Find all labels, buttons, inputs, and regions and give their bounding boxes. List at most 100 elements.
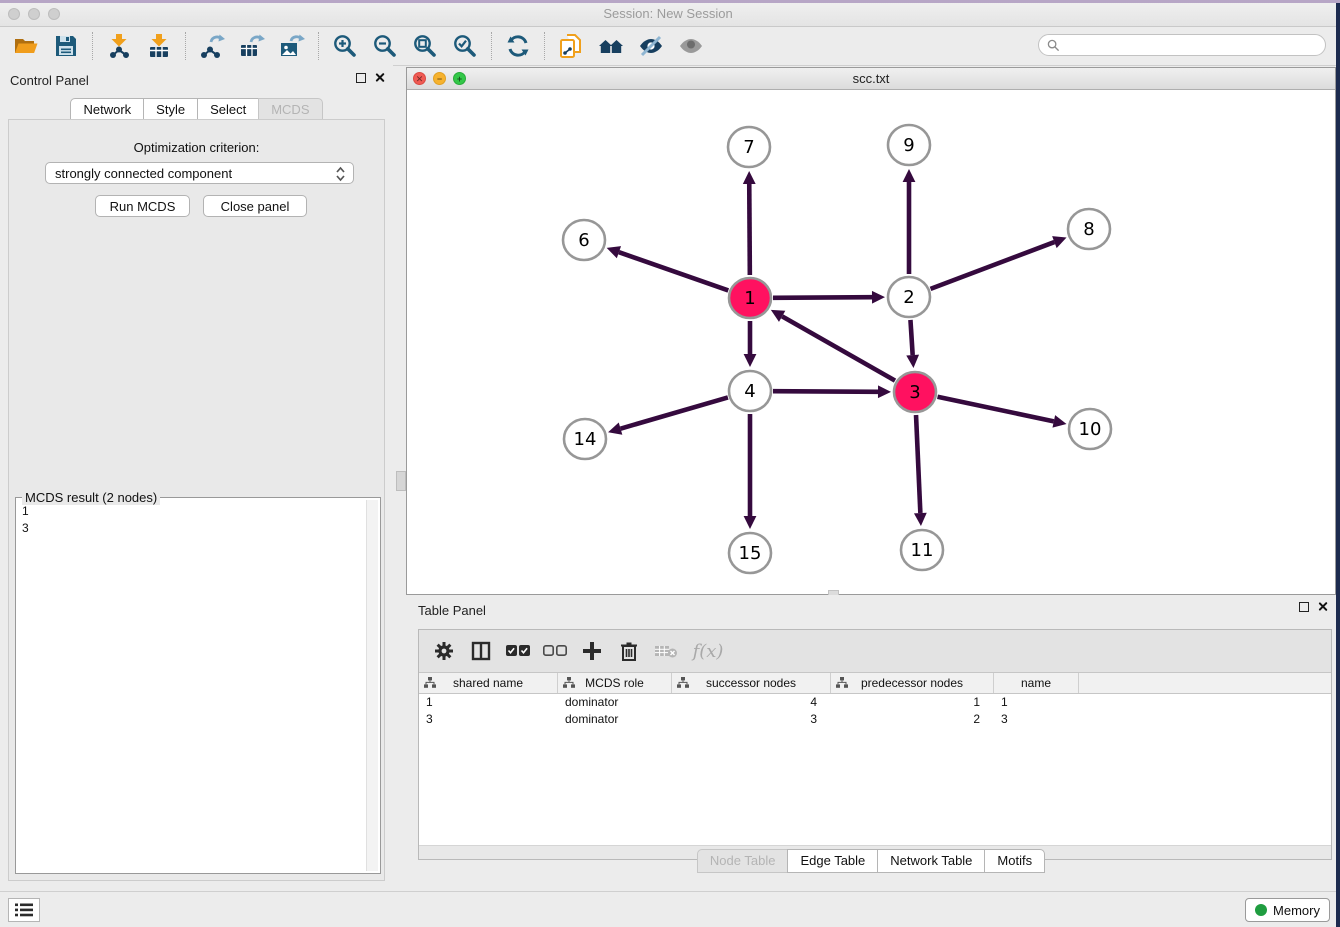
deselect-all-button[interactable] xyxy=(536,634,573,668)
export-image-button[interactable] xyxy=(272,31,312,61)
hide-graphics-button[interactable] xyxy=(631,31,671,61)
delete-table-button[interactable] xyxy=(647,634,684,668)
table-panel: Table Panel xyxy=(406,595,1336,887)
table-cell[interactable]: 1 xyxy=(419,694,558,711)
column-header-successor-nodes[interactable]: successor nodes xyxy=(672,673,831,693)
table-tab-network-table[interactable]: Network Table xyxy=(877,849,985,873)
table-cell[interactable]: 1 xyxy=(831,694,994,711)
column-header-MCDS-role[interactable]: MCDS role xyxy=(558,673,672,693)
table-tab-edge-table[interactable]: Edge Table xyxy=(787,849,878,873)
table-body: 1dominator4113dominator323 xyxy=(419,694,1331,845)
table-cell[interactable]: 3 xyxy=(994,711,1079,728)
table-settings-button[interactable] xyxy=(425,634,462,668)
graph-arrowhead-4-15 xyxy=(744,516,757,529)
add-column-button[interactable] xyxy=(573,634,610,668)
column-header-shared-name[interactable]: shared name xyxy=(419,673,558,693)
graph-node-label-2: 2 xyxy=(903,287,914,308)
close-panel-button[interactable]: Close panel xyxy=(203,195,307,217)
table-tab-motifs[interactable]: Motifs xyxy=(984,849,1045,873)
graph-arrowhead-1-2 xyxy=(872,291,885,304)
desktop-edge xyxy=(0,0,1340,3)
network-canvas[interactable]: 7968124314101511 xyxy=(407,89,1335,594)
graph-arrowhead-1-4 xyxy=(744,354,757,367)
close-panel-icon[interactable] xyxy=(374,72,385,83)
graph-edge-4-3[interactable] xyxy=(773,391,878,392)
graph-node-label-1: 1 xyxy=(744,288,755,309)
table-cell[interactable]: 2 xyxy=(831,711,994,728)
panel-splitter-handle[interactable] xyxy=(396,471,406,491)
select-all-button[interactable] xyxy=(499,634,536,668)
graph-edge-2-8[interactable] xyxy=(931,242,1055,289)
settings-gear-icon xyxy=(434,641,454,661)
save-session-icon xyxy=(53,33,79,59)
zoom-fit-button[interactable] xyxy=(405,31,445,61)
result-scrollbar[interactable] xyxy=(366,500,378,871)
home-layout-button[interactable] xyxy=(591,31,631,61)
export-table-button[interactable] xyxy=(232,31,272,61)
table-tab-node-table[interactable]: Node Table xyxy=(697,849,789,873)
search-field[interactable] xyxy=(1038,34,1326,56)
export-network-button[interactable] xyxy=(192,31,232,61)
open-file-button[interactable] xyxy=(6,31,46,61)
column-label: MCDS role xyxy=(585,676,644,690)
graph-edge-2-3[interactable] xyxy=(910,320,912,355)
table-tabs: Node TableEdge TableNetwork TableMotifs xyxy=(406,849,1336,873)
delete-column-icon xyxy=(619,641,639,661)
command-list-button[interactable] xyxy=(8,898,40,922)
delete-column-button[interactable] xyxy=(610,634,647,668)
clone-network-button[interactable] xyxy=(551,31,591,61)
graph-node-label-3: 3 xyxy=(909,382,920,403)
graph-node-label-4: 4 xyxy=(744,381,755,402)
table-header-row: shared name MCDS role successor nodes prede… xyxy=(419,673,1331,694)
function-builder-button[interactable]: f(x) xyxy=(684,634,732,668)
zoom-selected-button[interactable] xyxy=(445,31,485,61)
function-builder-icon: f(x) xyxy=(693,641,724,662)
search-input[interactable] xyxy=(1065,37,1325,53)
network-window-titlebar[interactable]: ✕ − + scc.txt xyxy=(407,68,1335,90)
optimization-criterion-label: Optimization criterion: xyxy=(9,140,384,155)
column-header-name[interactable]: name xyxy=(994,673,1079,693)
graph-edge-4-14[interactable] xyxy=(621,397,728,428)
list-icon xyxy=(15,903,33,917)
main-toolbar xyxy=(0,27,1336,66)
run-mcds-button[interactable]: Run MCDS xyxy=(95,195,190,217)
criterion-dropdown[interactable]: strongly connected component xyxy=(45,162,354,184)
zoom-in-icon xyxy=(332,33,358,59)
graph-edge-3-11[interactable] xyxy=(916,415,920,513)
graph-edge-1-7[interactable] xyxy=(749,184,750,275)
graph-node-label-9: 9 xyxy=(903,135,914,156)
show-graphics-eye-icon xyxy=(678,33,704,59)
table-cell[interactable]: 3 xyxy=(419,711,558,728)
graph-edge-1-6[interactable] xyxy=(619,252,728,290)
refresh-view-button[interactable] xyxy=(498,31,538,61)
control-panel-title: Control Panel xyxy=(10,73,89,88)
table-cell[interactable]: 1 xyxy=(994,694,1079,711)
save-session-button[interactable] xyxy=(46,31,86,61)
split-view-button[interactable] xyxy=(462,634,499,668)
float-table-panel-icon[interactable] xyxy=(1299,602,1309,612)
graph-node-label-11: 11 xyxy=(911,540,934,561)
show-graphics-button[interactable] xyxy=(671,31,711,61)
column-header-predecessor-nodes[interactable]: predecessor nodes xyxy=(831,673,994,693)
close-table-panel-icon[interactable] xyxy=(1317,601,1328,612)
add-column-icon xyxy=(582,641,602,661)
mcds-result-list: 13 xyxy=(22,503,29,537)
zoom-in-button[interactable] xyxy=(325,31,365,61)
float-panel-icon[interactable] xyxy=(356,73,366,83)
column-label: successor nodes xyxy=(706,676,796,690)
import-network-button[interactable] xyxy=(99,31,139,61)
clone-network-icon xyxy=(558,33,584,59)
import-table-button[interactable] xyxy=(139,31,179,61)
zoom-out-button[interactable] xyxy=(365,31,405,61)
import-network-icon xyxy=(106,33,132,59)
table-cell[interactable]: dominator xyxy=(558,711,672,728)
graph-node-label-15: 15 xyxy=(739,543,762,564)
memory-button[interactable]: Memory xyxy=(1245,898,1330,922)
graph-arrowhead-2-3 xyxy=(906,355,919,368)
graph-edge-1-2[interactable] xyxy=(773,297,872,298)
table-cell[interactable]: 3 xyxy=(672,711,831,728)
table-cell[interactable]: 4 xyxy=(672,694,831,711)
table-cell[interactable]: dominator xyxy=(558,694,672,711)
graph-edge-3-1[interactable] xyxy=(782,316,895,380)
graph-edge-3-10[interactable] xyxy=(938,397,1054,422)
